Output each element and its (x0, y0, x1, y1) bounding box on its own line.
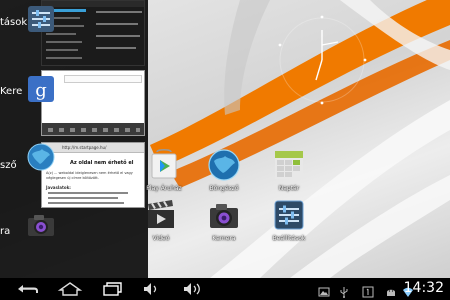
back-icon (18, 285, 38, 293)
video-icon (144, 198, 178, 232)
recent-app-google-search[interactable]: Kere g (0, 68, 148, 138)
app-video[interactable]: Videó (131, 198, 191, 242)
calendar-icon (272, 148, 306, 182)
volume-up-icon (184, 283, 200, 295)
camera-icon (26, 210, 56, 240)
browser-error-heading: Az oldal nem érhető el (70, 160, 134, 166)
notification-1-icon[interactable] (362, 283, 374, 298)
app-camera[interactable]: Kamera (194, 198, 254, 242)
recent-apps-button[interactable] (98, 280, 126, 298)
recent-apps-icon (103, 282, 122, 296)
svg-text:g: g (35, 80, 47, 101)
image-icon[interactable] (318, 283, 330, 297)
app-calendar[interactable]: Naptár (259, 148, 319, 192)
app-label: Kamera (212, 235, 236, 242)
volume-down-button[interactable] (138, 280, 166, 298)
recent-thumbnail-browser[interactable]: http://m.startpage.hu/ Az oldal nem érhe… (41, 142, 145, 208)
recent-thumbnail-settings[interactable] (41, 0, 145, 66)
browser-globe-icon (26, 142, 56, 172)
app-settings[interactable]: Beállítások (259, 198, 319, 242)
recent-thumbnail-search[interactable] (41, 70, 145, 136)
recent-app-browser[interactable]: sző http://m.startpage.hu/ Az oldal nem … (0, 140, 148, 210)
browser-url: http://m.startpage.hu/ (62, 145, 107, 150)
camera-icon (207, 198, 241, 232)
clock[interactable]: 14:32 (404, 280, 444, 296)
volume-up-button[interactable] (178, 280, 206, 298)
app-label: Naptár (278, 185, 300, 192)
google-search-icon: g (26, 74, 56, 104)
app-label: Videó (152, 235, 170, 242)
app-label: Böngésző (209, 185, 239, 192)
app-label: Beállítások (272, 235, 306, 242)
settings-icon (26, 4, 56, 34)
app-browser[interactable]: Böngésző (194, 148, 254, 192)
recent-app-label: ra (0, 226, 11, 237)
recent-app-label: Kere (0, 86, 23, 97)
home-button[interactable] (56, 280, 84, 298)
volume-down-icon (144, 283, 157, 295)
play-store-icon (147, 148, 181, 182)
home-icon (57, 282, 83, 296)
recent-app-label: tások (0, 17, 28, 28)
recent-apps-panel: tások Kere g sző http://m.startpage.hu/ … (0, 0, 148, 278)
settings-icon (272, 198, 306, 232)
android-icon[interactable] (385, 283, 397, 296)
app-play-store[interactable]: Play Áruház (134, 148, 194, 192)
browser-error-body: A(z) ... weboldal ideiglenesen nem érhet… (46, 171, 133, 180)
back-button[interactable] (14, 280, 42, 298)
recent-app-settings[interactable]: tások (0, 0, 148, 68)
system-bar: 14:32 (0, 278, 450, 300)
usb-icon[interactable] (338, 283, 350, 298)
app-label: Play Áruház (146, 185, 182, 192)
recent-app-camera[interactable]: ra (0, 210, 148, 278)
browser-globe-icon (207, 148, 241, 182)
recent-app-label: sző (0, 160, 17, 171)
browser-suggestions-title: Javaslatok: (46, 185, 71, 190)
